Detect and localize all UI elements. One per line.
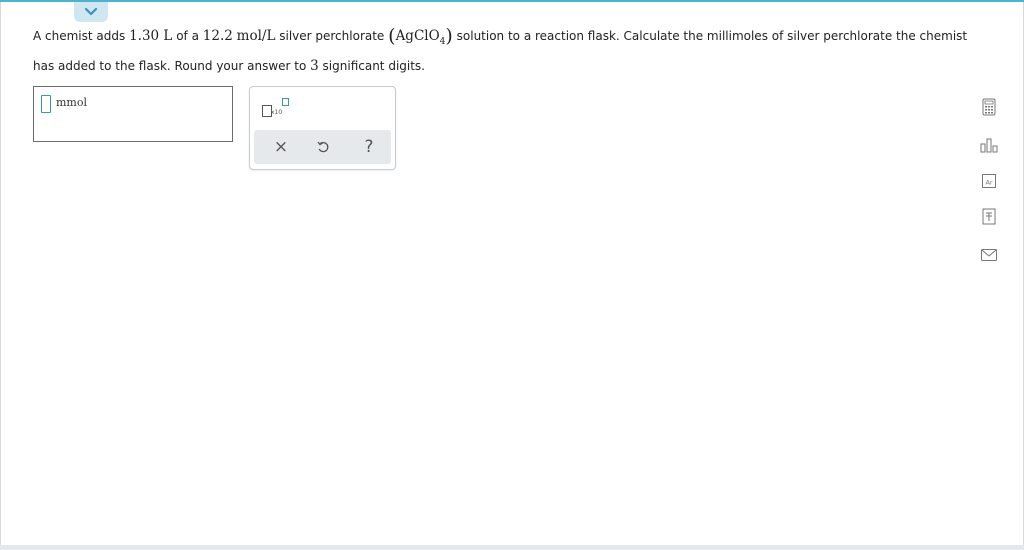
top-accent-line	[0, 0, 1024, 2]
periodic-table-icon: Ar	[982, 174, 996, 188]
concentration-value: 12.2	[202, 28, 233, 44]
mail-icon	[981, 249, 997, 261]
exponent-box-icon	[282, 98, 289, 106]
question-text: A chemist adds 1.30 L of a 12.2 mol/L si…	[33, 25, 968, 74]
reference-button[interactable]	[978, 206, 1000, 228]
reference-book-icon	[982, 208, 996, 225]
svg-text:Ar: Ar	[985, 179, 992, 187]
sig-digits-value: 3	[310, 58, 319, 74]
question-icon: ?	[364, 137, 374, 157]
close-icon: ×	[273, 137, 289, 157]
calculator-icon	[982, 98, 996, 116]
answer-unit: mmol	[56, 96, 88, 109]
volume-value: 1.30 L	[129, 28, 173, 44]
data-chart-button[interactable]	[978, 134, 1000, 156]
scientific-notation-button[interactable]: x10	[258, 95, 298, 121]
undo-button[interactable]	[308, 135, 338, 159]
calculator-button[interactable]	[978, 96, 1000, 118]
help-button[interactable]: ?	[354, 135, 384, 159]
bar-chart-icon	[980, 138, 998, 153]
undo-icon	[317, 141, 329, 153]
times-ten-label: x10	[271, 109, 283, 116]
bottom-bar	[0, 545, 1024, 550]
action-row: × ?	[254, 130, 391, 164]
chevron-down-icon	[84, 7, 98, 16]
answer-input-box[interactable]: mmol	[33, 86, 233, 142]
answer-input-slot[interactable]	[41, 95, 51, 113]
concentration-unit: mol/L	[236, 28, 276, 44]
page-frame	[0, 0, 1024, 549]
collapse-tab-button[interactable]	[74, 2, 108, 22]
email-button[interactable]	[978, 244, 1000, 266]
clear-button[interactable]: ×	[266, 135, 296, 159]
answer-tools-panel: x10 × ?	[249, 86, 396, 170]
formula: AgClO	[395, 28, 440, 44]
periodic-table-button[interactable]: Ar	[978, 170, 1000, 192]
